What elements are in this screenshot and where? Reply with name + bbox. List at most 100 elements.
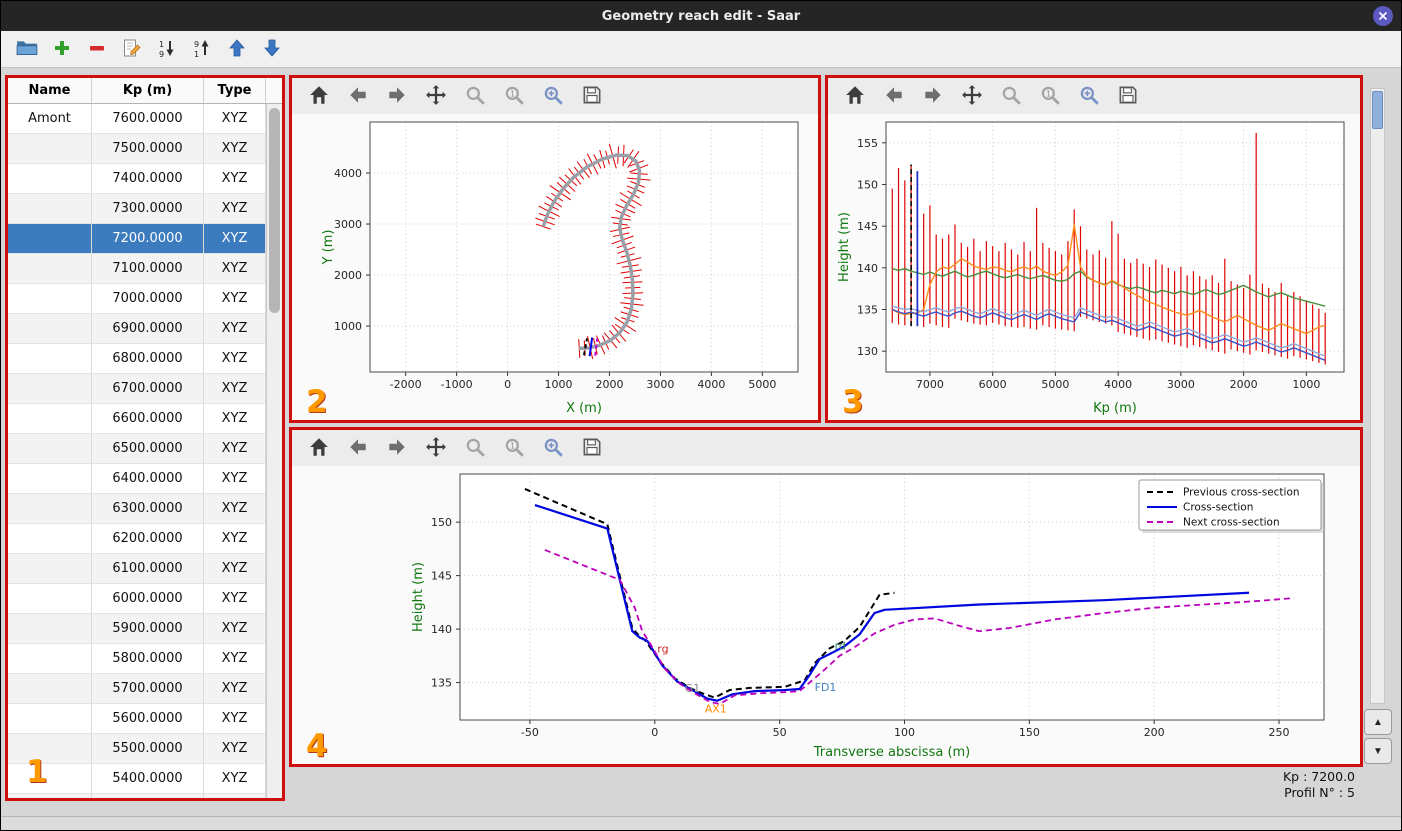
svg-text:150: 150 [1019,726,1040,739]
zoom-original-button[interactable]: 1 [501,83,527,109]
zoom-rect-button[interactable] [1076,83,1102,109]
save-button[interactable] [1115,83,1141,109]
profile-down-button[interactable]: ▼ [1364,738,1392,764]
remove-cross-section-button[interactable] [80,34,113,65]
zoom-icon [464,436,486,461]
table-scrollbar[interactable] [266,104,282,798]
edit-button[interactable] [115,34,148,65]
window-scrollbar-thumb[interactable] [1372,91,1383,129]
name-cell [8,434,92,464]
table-row[interactable]: 5900.0000 XYZ [8,614,266,644]
table-row[interactable]: 6900.0000 XYZ [8,314,266,344]
forward-button[interactable] [384,83,410,109]
close-button[interactable] [1373,6,1393,26]
table-row[interactable]: 6000.0000 XYZ [8,584,266,614]
pan-icon [425,84,447,109]
kp-cell: 5300.0000 [92,794,204,798]
forward-icon [386,436,408,461]
open-button[interactable] [10,34,43,65]
table-row[interactable]: 6600.0000 XYZ [8,404,266,434]
home-icon [844,84,866,109]
cross-section-chart[interactable]: -50 0 50 100 150 200 250 135 140 145 150 Transverse… [292,466,1360,764]
back-button[interactable] [881,83,907,109]
long-profile-chart[interactable]: 7000 6000 5000 4000 3000 2000 1000 130 135 140 145… [828,114,1360,420]
sort-ascending-button[interactable]: 19 [150,34,183,65]
table-row[interactable]: Amont 7600.0000 XYZ [8,104,266,134]
cross-sections-table-panel: Name Kp (m) Type Amont 7600.0000 XYZ 7500.0… [5,75,285,801]
close-icon [1378,9,1388,24]
move-down-button[interactable] [255,34,288,65]
svg-text:145: 145 [857,220,878,233]
table-row[interactable]: 6400.0000 XYZ [8,464,266,494]
zoom-rect-button[interactable] [540,83,566,109]
svg-text:4000: 4000 [1104,378,1132,391]
svg-text:140: 140 [857,262,878,275]
table-row[interactable]: 6300.0000 XYZ [8,494,266,524]
table-row[interactable]: 5600.0000 XYZ [8,704,266,734]
type-cell: XYZ [204,554,266,584]
zoom-original-button[interactable]: 1 [501,435,527,461]
back-button[interactable] [345,435,371,461]
kp-cell: 6400.0000 [92,464,204,494]
table-row[interactable]: 7200.0000 XYZ [8,224,266,254]
table-row[interactable]: 7500.0000 XYZ [8,134,266,164]
profile-up-button[interactable]: ▲ [1364,709,1392,735]
zoom-rect-icon [1078,84,1100,109]
table-row[interactable]: 5700.0000 XYZ [8,674,266,704]
svg-text:2000: 2000 [595,378,623,391]
table-row[interactable]: 6500.0000 XYZ [8,434,266,464]
kp-cell: 6100.0000 [92,554,204,584]
svg-text:X (m): X (m) [566,401,602,416]
pan-button[interactable] [423,83,449,109]
add-cross-section-button[interactable] [45,34,78,65]
forward-button[interactable] [384,435,410,461]
table-row[interactable]: 7100.0000 XYZ [8,254,266,284]
kp-cell: 6800.0000 [92,344,204,374]
titlebar[interactable]: Geometry reach edit - Saar [1,1,1401,31]
type-cell: XYZ [204,314,266,344]
table-row[interactable]: 6800.0000 XYZ [8,344,266,374]
pan-button[interactable] [423,435,449,461]
window-vertical-scrollbar[interactable] [1370,88,1385,704]
pan-button[interactable] [959,83,985,109]
zoom-rect-button[interactable] [540,435,566,461]
zoom-original-icon: 1 [503,84,525,109]
forward-icon [386,84,408,109]
type-cell: XYZ [204,254,266,284]
back-button[interactable] [345,83,371,109]
svg-text:1: 1 [510,441,515,450]
zoom-original-icon: 1 [1039,84,1061,109]
zoom-button[interactable] [462,83,488,109]
table-row[interactable]: 7300.0000 XYZ [8,194,266,224]
sort-descending-button[interactable]: 91 [185,34,218,65]
type-cell: XYZ [204,404,266,434]
forward-button[interactable] [920,83,946,109]
legend[interactable]: Previous cross-section Cross-section Next … [1138,479,1324,533]
table-row[interactable]: 6200.0000 XYZ [8,524,266,554]
type-cell: XYZ [204,764,266,794]
zoom-original-button[interactable]: 1 [1037,83,1063,109]
home-button[interactable] [306,435,332,461]
save-icon [1117,84,1139,109]
home-button[interactable] [306,83,332,109]
name-cell [8,374,92,404]
zoom-button[interactable] [462,435,488,461]
table-row[interactable]: 5800.0000 XYZ [8,644,266,674]
zoom-button[interactable] [998,83,1024,109]
name-cell [8,404,92,434]
svg-text:9: 9 [194,40,199,49]
table-row[interactable]: 5300.0000XYZ [8,794,266,798]
table-row[interactable]: 7400.0000 XYZ [8,164,266,194]
svg-text:100: 100 [894,726,915,739]
pan-icon [961,84,983,109]
plan-view-chart[interactable]: -2000 -1000 0 1000 2000 3000 4000 5000 1000 2000 3… [292,114,818,420]
table-row[interactable]: 6700.0000 XYZ [8,374,266,404]
panel-number-4: 4 [306,728,328,764]
table-row[interactable]: 7000.0000 XYZ [8,284,266,314]
save-button[interactable] [579,83,605,109]
table-scrollbar-thumb[interactable] [269,108,280,313]
move-up-button[interactable] [220,34,253,65]
home-button[interactable] [842,83,868,109]
save-button[interactable] [579,435,605,461]
table-row[interactable]: 6100.0000 XYZ [8,554,266,584]
